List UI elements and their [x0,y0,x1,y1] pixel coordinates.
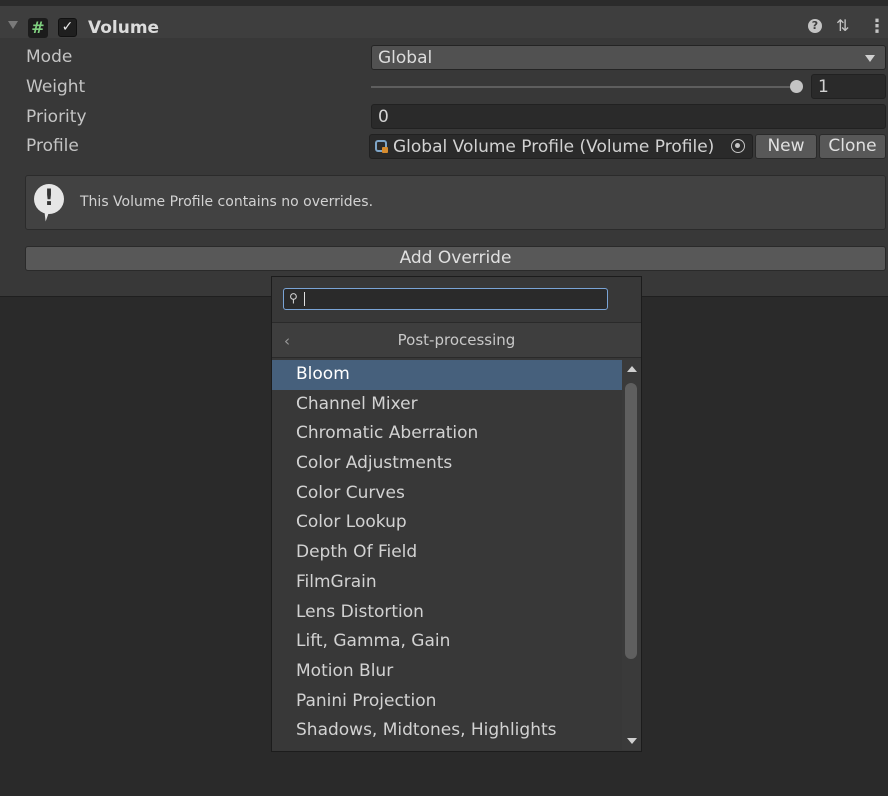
scroll-up-icon[interactable] [627,366,637,372]
volume-inspector-panel: # ✓ Volume ? ⇅ ⋮ Mode Global Weight 1 Pr… [0,0,888,297]
popup-scrollbar[interactable] [622,360,641,750]
weight-value: 1 [818,77,829,97]
override-list-item[interactable]: FilmGrain [272,568,622,598]
override-list-item[interactable]: Lens Distortion [272,598,622,628]
weight-slider-handle[interactable] [790,80,803,93]
chevron-down-icon [865,55,875,62]
component-enabled-checkbox[interactable]: ✓ [58,18,77,37]
weight-field[interactable]: 1 [811,74,886,99]
override-list-item[interactable]: Bloom [272,360,622,390]
foldout-arrow-icon[interactable] [8,21,18,29]
component-title: Volume [88,18,160,38]
weight-label: Weight [26,77,86,97]
search-icon: ⚲ [289,291,298,305]
profile-value: Global Volume Profile (Volume Profile) [393,137,715,157]
override-list-item[interactable]: Channel Mixer [272,390,622,420]
override-list-item[interactable]: Color Curves [272,479,622,509]
volume-profile-icon [375,140,388,153]
popup-header: ‹ Post-processing [272,322,641,358]
search-input[interactable]: ⚲ [283,288,608,310]
object-picker-icon[interactable] [731,139,745,153]
presets-icon[interactable]: ⇅ [836,16,849,35]
help-icon[interactable]: ? [808,19,822,33]
override-list: Bloom Channel Mixer Chromatic Aberration Co… [272,360,622,746]
weight-slider-track[interactable] [371,86,797,88]
priority-label: Priority [26,107,87,127]
script-icon: # [28,18,48,38]
profile-label: Profile [26,136,79,156]
override-list-item[interactable]: Color Adjustments [272,449,622,479]
clone-button[interactable]: Clone [819,134,886,159]
override-list-item[interactable]: Depth Of Field [272,538,622,568]
override-list-item[interactable]: Panini Projection [272,687,622,717]
add-override-button[interactable]: Add Override [25,246,886,271]
profile-object-field[interactable]: Global Volume Profile (Volume Profile) [369,134,753,159]
kebab-menu-icon[interactable]: ⋮ [868,16,886,37]
text-caret [304,292,305,306]
add-override-popup: ⚲ ‹ Post-processing Bloom Channel Mixer Ch… [271,276,642,752]
help-box-text: This Volume Profile contains no override… [80,194,374,210]
mode-dropdown[interactable]: Global [371,45,886,70]
override-list-item[interactable]: Color Lookup [272,508,622,538]
priority-value: 0 [378,107,389,127]
override-list-item[interactable]: Chromatic Aberration [272,419,622,449]
override-list-item[interactable]: Lift, Gamma, Gain [272,627,622,657]
override-list-item[interactable]: Shadows, Midtones, Highlights [272,716,622,746]
scroll-down-icon[interactable] [627,738,637,744]
info-icon: ! [34,184,64,214]
priority-field[interactable]: 0 [371,104,886,129]
component-header[interactable]: # ✓ Volume ? ⇅ ⋮ [0,6,888,38]
scrollbar-thumb[interactable] [625,383,637,659]
mode-value: Global [378,48,433,68]
mode-label: Mode [26,47,73,67]
new-button[interactable]: New [755,134,817,159]
popup-title: Post-processing [397,331,516,349]
override-list-item[interactable]: Motion Blur [272,657,622,687]
help-box: ! This Volume Profile contains no overri… [25,175,886,230]
